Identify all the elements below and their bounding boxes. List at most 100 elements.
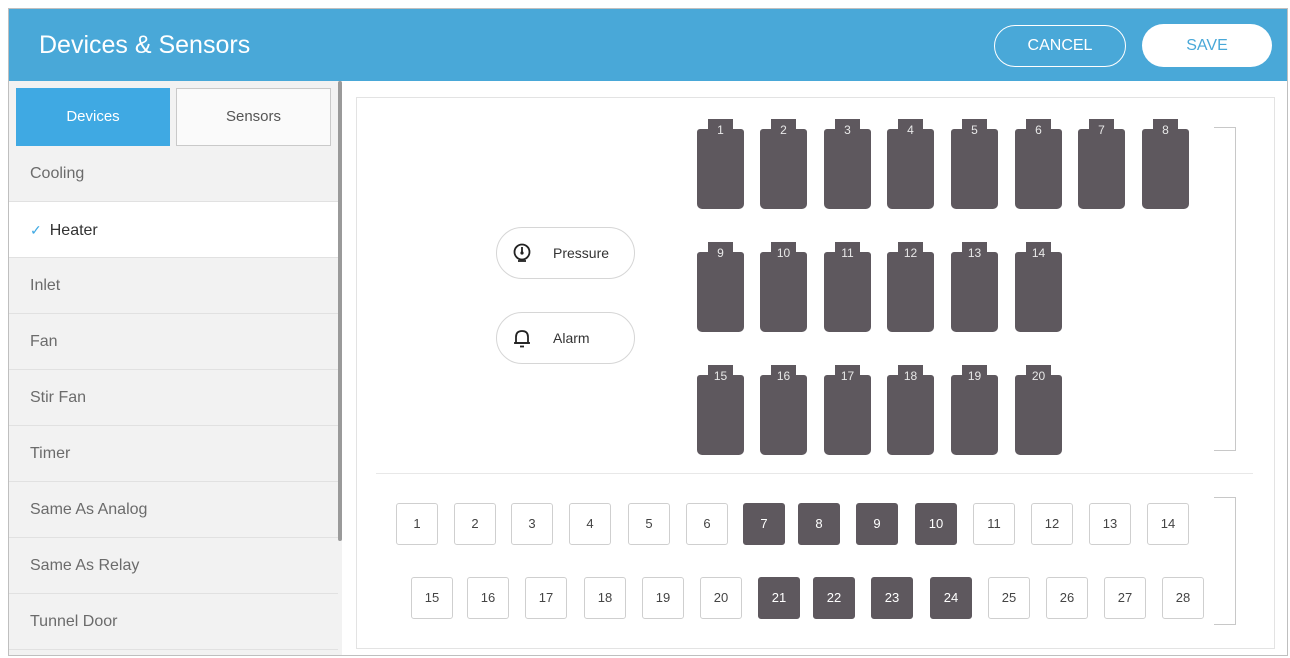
device-card[interactable]: 20 [1015,365,1062,455]
relay-slot[interactable]: 17 [525,577,567,619]
device-card[interactable]: 1 [697,119,744,209]
alarm-label: Alarm [553,330,590,346]
sidebar-item-timer[interactable]: Timer [9,426,338,482]
device-number: 19 [967,369,982,383]
relay-slot-selected[interactable]: 22 [813,577,855,619]
device-number: 8 [1162,123,1169,137]
relay-slot-selected[interactable]: 23 [871,577,913,619]
device-number: 1 [717,123,724,137]
device-card[interactable]: 6 [1015,119,1062,209]
device-shape [824,252,871,332]
sidebar: Devices Sensors Cooling ✓ Heater Inlet Fa… [9,81,342,655]
relay-slot-selected[interactable]: 21 [758,577,800,619]
layout-panel [356,97,1275,649]
device-number: 7 [1098,123,1105,137]
device-number: 9 [717,246,724,260]
sidebar-item-label: Stir Fan [30,389,87,406]
sidebar-scrollbar[interactable] [338,81,342,541]
relay-slot-selected[interactable]: 10 [915,503,957,545]
sidebar-item-label: Cooling [30,165,85,182]
device-card[interactable]: 11 [824,242,871,332]
device-shape [697,375,744,455]
relay-bracket [1214,497,1236,625]
sidebar-item-inlet[interactable]: Inlet [9,258,338,314]
device-card[interactable]: 3 [824,119,871,209]
relay-slot[interactable]: 5 [628,503,670,545]
device-shape [1015,252,1062,332]
relay-slot-selected[interactable]: 24 [930,577,972,619]
device-card[interactable]: 9 [697,242,744,332]
device-card[interactable]: 18 [887,365,934,455]
save-button[interactable]: SAVE [1142,24,1272,67]
device-card[interactable]: 19 [951,365,998,455]
device-shape [824,129,871,209]
device-shape [760,129,807,209]
device-shape [951,252,998,332]
relay-slot[interactable]: 15 [411,577,453,619]
sidebar-item-cooling[interactable]: Cooling [9,146,338,202]
relay-slot[interactable]: 20 [700,577,742,619]
relay-slot[interactable]: 2 [454,503,496,545]
pressure-gauge-icon [513,243,531,262]
relay-slot-selected[interactable]: 8 [798,503,840,545]
relay-slot[interactable]: 4 [569,503,611,545]
device-card[interactable]: 8 [1142,119,1189,209]
relay-slot[interactable]: 16 [467,577,509,619]
relay-slot[interactable]: 19 [642,577,684,619]
sidebar-item-same-as-analog[interactable]: Same As Analog [9,482,338,538]
checkmark-icon: ✓ [30,222,42,238]
relay-slot[interactable]: 27 [1104,577,1146,619]
sidebar-item-heater[interactable]: ✓ Heater [9,202,338,258]
relay-slot[interactable]: 25 [988,577,1030,619]
device-card[interactable]: 7 [1078,119,1125,209]
device-number: 14 [1031,246,1046,260]
device-number: 3 [844,123,851,137]
relay-slot[interactable]: 13 [1089,503,1131,545]
device-card[interactable]: 10 [760,242,807,332]
device-number: 11 [841,246,854,260]
device-shape [760,252,807,332]
pressure-label: Pressure [553,245,610,261]
device-card[interactable]: 4 [887,119,934,209]
sidebar-item-label: Same As Analog [30,501,148,518]
relay-slot[interactable]: 26 [1046,577,1088,619]
sidebar-item-fan[interactable]: Fan [9,314,338,370]
device-card[interactable]: 13 [951,242,998,332]
relay-slot[interactable]: 11 [973,503,1015,545]
pressure-sensor-button[interactable]: Pressure [496,227,635,279]
relay-slot[interactable]: 14 [1147,503,1189,545]
device-number: 17 [840,369,855,383]
relay-slot[interactable]: 12 [1031,503,1073,545]
sidebar-item-label: Same As Relay [30,557,140,574]
alarm-button[interactable]: Alarm [496,312,635,364]
device-card[interactable]: 14 [1015,242,1062,332]
device-shape [697,129,744,209]
tab-sensors[interactable]: Sensors [176,88,331,146]
device-card[interactable]: 2 [760,119,807,209]
relay-slot[interactable]: 1 [396,503,438,545]
device-card[interactable]: 17 [824,365,871,455]
device-card[interactable]: 12 [887,242,934,332]
sidebar-item-same-as-relay[interactable]: Same As Relay [9,538,338,594]
relay-slot-selected[interactable]: 9 [856,503,898,545]
device-shape [1142,129,1189,209]
tab-devices[interactable]: Devices [16,88,170,146]
sidebar-item-label: Fan [30,333,58,350]
sidebar-item-label: Tunnel Door [30,613,118,630]
relay-slot[interactable]: 3 [511,503,553,545]
sidebar-item-stir-fan[interactable]: Stir Fan [9,370,338,426]
cancel-button[interactable]: CANCEL [994,25,1126,67]
device-card[interactable]: 5 [951,119,998,209]
relay-slot[interactable]: 18 [584,577,626,619]
device-card[interactable]: 15 [697,365,744,455]
device-number: 16 [776,369,791,383]
page-title: Devices & Sensors [39,31,251,59]
sidebar-item-tunnel-door[interactable]: Tunnel Door [9,594,338,650]
sidebar-item-label: Timer [30,445,71,462]
device-card[interactable]: 16 [760,365,807,455]
relay-slot-selected[interactable]: 7 [743,503,785,545]
relay-slot[interactable]: 6 [686,503,728,545]
device-shape [951,375,998,455]
relay-slot[interactable]: 28 [1162,577,1204,619]
device-number: 13 [967,246,982,260]
